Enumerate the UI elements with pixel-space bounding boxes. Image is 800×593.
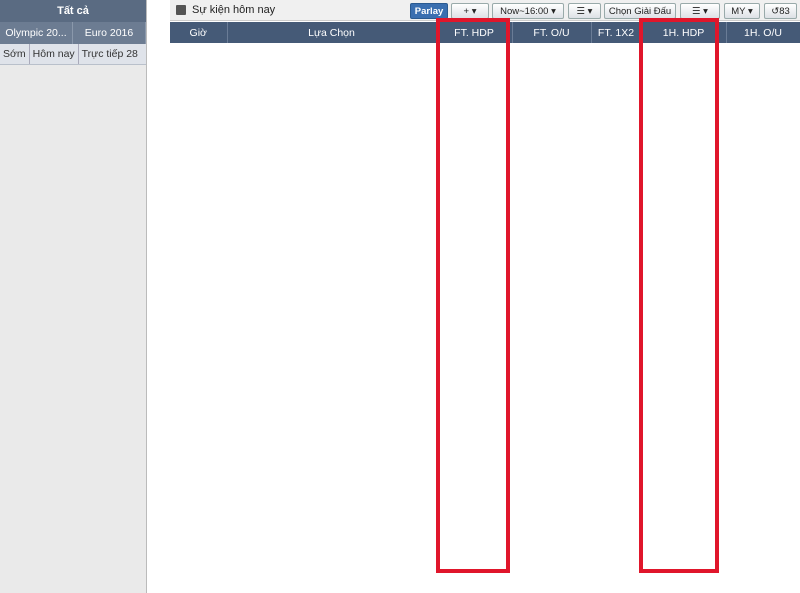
refresh-count: 83 <box>779 5 790 17</box>
add-button[interactable]: + ▾ <box>451 3 489 19</box>
tab-today[interactable]: Hôm nay <box>30 44 79 64</box>
tab-live[interactable]: Trực tiếp 28 <box>79 44 141 64</box>
tab-euro[interactable]: Euro 2016 <box>73 22 146 44</box>
col-selection: Lựa Chọn <box>227 22 437 43</box>
odds-table: Giờ Lựa Chọn FT. HDP FT. O/U FT. 1X2 1H.… <box>170 22 800 43</box>
time-filter-button[interactable]: Now~16:00 ▾ <box>492 3 564 19</box>
select-league-button[interactable]: Chọn Giải Đấu <box>604 3 676 19</box>
toolbar: Sự kiện hôm nay Parlay + ▾ Now~16:00 ▾ ☰… <box>170 0 800 21</box>
col-ft-hdp: FT. HDP <box>436 22 513 43</box>
tab-early[interactable]: Sớm <box>0 44 30 64</box>
col-ft-ou: FT. O/U <box>512 22 592 43</box>
tab-olympic[interactable]: Olympic 20... <box>0 22 73 44</box>
ft-hdp-highlight <box>436 18 510 573</box>
col-1h-ou: 1H. O/U <box>726 22 800 43</box>
col-ft-1x2: FT. 1X2 <box>591 22 642 43</box>
parlay-button[interactable]: Parlay <box>410 3 448 19</box>
menu-icon <box>176 5 186 15</box>
col-1h-hdp: 1H. HDP <box>641 22 727 43</box>
main-panel: Sự kiện hôm nay Parlay + ▾ Now~16:00 ▾ ☰… <box>170 0 800 593</box>
page-title: Sự kiện hôm nay <box>192 4 276 16</box>
refresh-icon: ↺ <box>771 5 780 17</box>
all-sports-header[interactable]: Tất cả <box>0 0 146 22</box>
time-tabs: Sớm Hôm nay Trực tiếp 28 <box>0 44 146 65</box>
1h-hdp-highlight <box>639 18 719 573</box>
currency-button[interactable]: MY ▾ <box>724 3 760 19</box>
sports-sidebar: Tất cả Olympic 20... Euro 2016 Sớm Hôm n… <box>0 0 147 593</box>
col-time: Giờ <box>170 22 228 43</box>
sort-button[interactable]: ☰ ▾ <box>568 3 601 19</box>
refresh-button[interactable]: ↺ 83 <box>764 3 797 19</box>
event-tabs: Olympic 20... Euro 2016 <box>0 22 146 44</box>
view-button[interactable]: ☰ ▾ <box>680 3 720 19</box>
